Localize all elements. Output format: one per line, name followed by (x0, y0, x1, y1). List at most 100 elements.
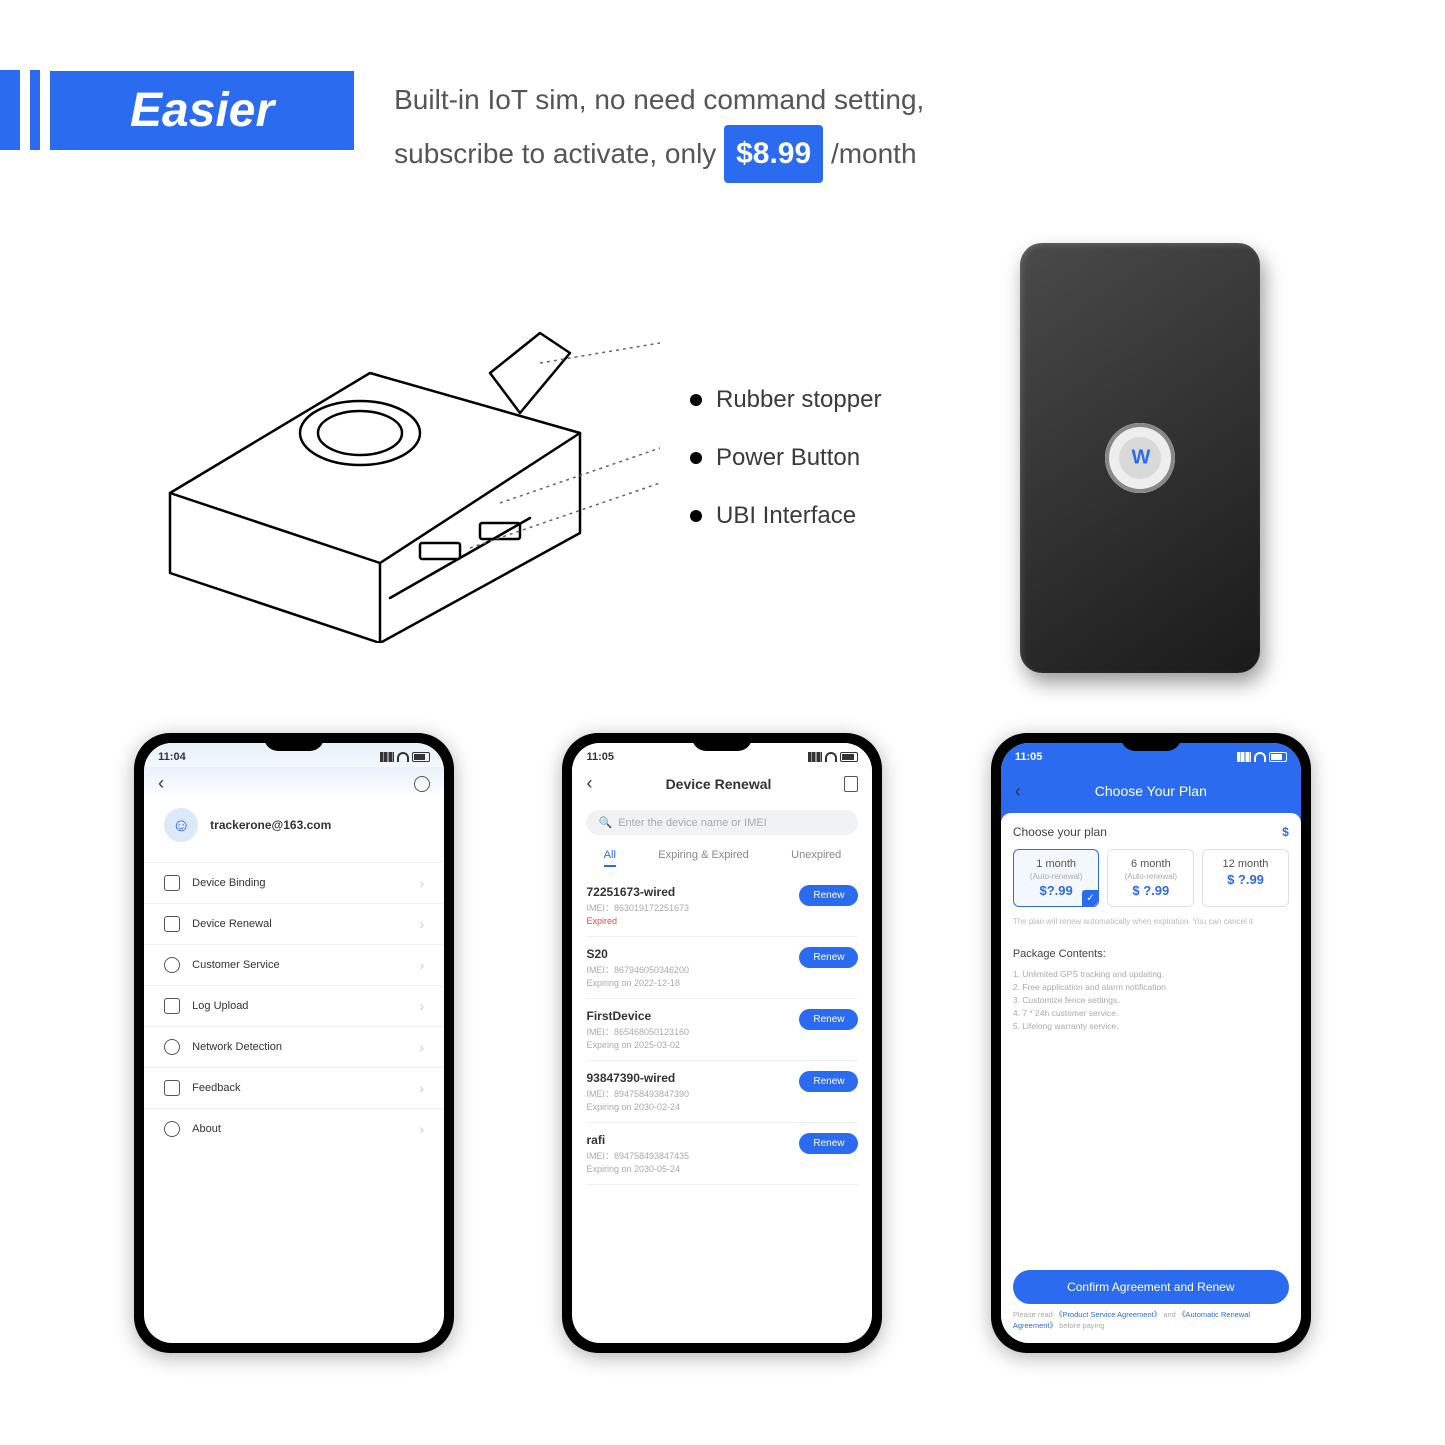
wifi-icon (1254, 752, 1266, 762)
upload-icon (164, 998, 180, 1014)
search-input[interactable]: 🔍 Enter the device name or IMEI (586, 810, 858, 835)
gear-icon[interactable] (414, 776, 430, 792)
device-status: Expiring on 2030-02-24 (586, 1102, 858, 1112)
device-row: 72251673-wiredIMEI：863019172251673Expire… (586, 875, 858, 937)
package-item: 3. Customize fence settings. (1013, 995, 1289, 1005)
info-icon (164, 1121, 180, 1137)
renew-button[interactable]: Renew (799, 1133, 858, 1154)
agreement-text: Please read 《Product Service Agreement》 … (1013, 1310, 1289, 1331)
service-agreement-link[interactable]: 《Product Service Agreement》 (1055, 1310, 1161, 1319)
search-placeholder: Enter the device name or IMEI (618, 817, 767, 829)
signal-icon (1237, 752, 1251, 762)
wifi-icon (397, 752, 409, 762)
screen-title: Choose Your Plan (1095, 783, 1207, 799)
device-schematic (140, 273, 660, 643)
phone-notch (264, 733, 324, 751)
status-icons (1237, 751, 1287, 763)
plan-option-6month[interactable]: 6 month (Auto-renewal) $ ?.99 (1107, 849, 1194, 907)
chevron-right-icon: › (419, 916, 424, 932)
bullet-icon (690, 452, 702, 464)
feedback-icon (164, 1080, 180, 1096)
device-row: S20IMEI：867946050346200Expiring on 2022-… (586, 937, 858, 999)
profile-row[interactable]: ☺ trackerone@163.com (144, 798, 444, 862)
plan-card: Choose your plan $ 1 month (Auto-renewal… (1001, 813, 1301, 1343)
page-title: Easier (50, 71, 354, 150)
signal-icon (808, 752, 822, 762)
menu-device-binding[interactable]: Device Binding› (144, 862, 444, 903)
device-status: Expired (586, 916, 858, 926)
menu-network-detection[interactable]: Network Detection› (144, 1026, 444, 1067)
tab-expiring[interactable]: Expiring & Expired (658, 849, 749, 867)
renew-button[interactable]: Renew (799, 1071, 858, 1092)
chevron-right-icon: › (419, 1039, 424, 1055)
screen-title: Device Renewal (666, 776, 772, 792)
filter-tabs: All Expiring & Expired Unexpired (572, 841, 872, 875)
tab-all[interactable]: All (604, 849, 616, 867)
status-icons (808, 751, 858, 763)
accent-stripe (0, 70, 20, 150)
device-row: FirstDeviceIMEI：865468050123160Expiring … (586, 999, 858, 1061)
callout-ubi-interface: UBI Interface (690, 502, 950, 530)
bullet-icon (690, 510, 702, 522)
headset-icon (164, 957, 180, 973)
phone-plan-screen: 11:05 ‹ Choose Your Plan Choose your pla… (991, 733, 1311, 1353)
plan-options: 1 month (Auto-renewal) $?.99 6 month (Au… (1013, 849, 1289, 907)
package-item: 4. 7 * 24h customer service. (1013, 1008, 1289, 1018)
plan-option-12month[interactable]: 12 month $ ?.99 (1202, 849, 1289, 907)
package-item: 2. Free application and alarm notificati… (1013, 982, 1289, 992)
menu-feedback[interactable]: Feedback› (144, 1067, 444, 1108)
menu-customer-service[interactable]: Customer Service› (144, 944, 444, 985)
search-icon: 🔍 (598, 816, 612, 829)
avatar-icon: ☺ (164, 808, 198, 842)
device-row: rafiIMEI：894758493847435Expiring on 2030… (586, 1123, 858, 1185)
link-icon (164, 875, 180, 891)
callout-power-button: Power Button (690, 444, 950, 472)
device-product-photo: W (1020, 243, 1260, 673)
device-status: Expiring on 2030-05-24 (586, 1164, 858, 1174)
menu-device-renewal[interactable]: Device Renewal› (144, 903, 444, 944)
back-icon[interactable]: ‹ (586, 773, 592, 794)
header-section: Easier Built-in IoT sim, no need command… (0, 0, 1445, 213)
desc-line-2: subscribe to activate, only $8.99 /month (394, 125, 924, 183)
renew-button[interactable]: Renew (799, 947, 858, 968)
screen-header: ‹ (144, 767, 444, 798)
profile-email: trackerone@163.com (210, 818, 331, 832)
currency-toggle[interactable]: $ (1282, 825, 1289, 839)
trash-icon[interactable] (844, 776, 858, 792)
desc-line-1: Built-in IoT sim, no need command settin… (394, 75, 924, 125)
calendar-icon (164, 916, 180, 932)
device-logo: W (1132, 447, 1149, 470)
accent-stripe (30, 70, 40, 150)
app-screenshots: 11:04 ‹ ☺ trackerone@163.com Device Bind… (0, 693, 1445, 1393)
battery-icon (412, 752, 430, 762)
battery-icon (840, 752, 858, 762)
tab-unexpired[interactable]: Unexpired (791, 849, 841, 867)
device-status: Expiring on 2022-12-18 (586, 978, 858, 988)
price-badge: $8.99 (724, 125, 823, 183)
menu-about[interactable]: About› (144, 1108, 444, 1149)
plan-option-1month[interactable]: 1 month (Auto-renewal) $?.99 (1013, 849, 1100, 907)
back-icon[interactable]: ‹ (158, 773, 164, 794)
package-item: 1. Unlimited GPS tracking and updating. (1013, 969, 1289, 979)
status-time: 11:05 (1015, 751, 1043, 763)
diagram-section: Rubber stopper Power Button UBI Interfac… (0, 213, 1445, 693)
device-status: Expiring on 2025-03-02 (586, 1040, 858, 1050)
confirm-button[interactable]: Confirm Agreement and Renew (1013, 1270, 1289, 1304)
menu-log-upload[interactable]: Log Upload› (144, 985, 444, 1026)
chevron-right-icon: › (419, 1121, 424, 1137)
title-block: Easier (0, 70, 354, 150)
phone-notch (692, 733, 752, 751)
back-icon[interactable]: ‹ (1015, 781, 1021, 802)
wifi-icon (825, 752, 837, 762)
phone-notch (1121, 733, 1181, 751)
renew-button[interactable]: Renew (799, 1009, 858, 1030)
device-row: 93847390-wiredIMEI：894758493847390Expiri… (586, 1061, 858, 1123)
bullet-icon (690, 394, 702, 406)
renew-button[interactable]: Renew (799, 885, 858, 906)
status-icons (380, 751, 430, 763)
status-time: 11:04 (158, 751, 186, 763)
chevron-right-icon: › (419, 998, 424, 1014)
phone-renewal-screen: 11:05 ‹ Device Renewal 🔍 Enter the devic… (562, 733, 882, 1353)
screen-header: ‹ Device Renewal (572, 767, 872, 804)
phone-profile-screen: 11:04 ‹ ☺ trackerone@163.com Device Bind… (134, 733, 454, 1353)
